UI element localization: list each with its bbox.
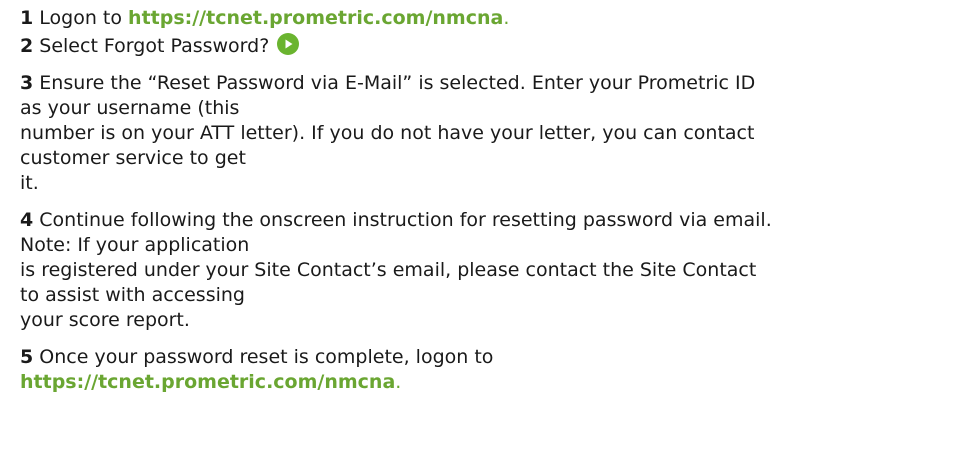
step-5-line-2: https://tcnet.prometric.com/nmcna. [20, 370, 979, 395]
step-1: 1 Logon to https://tcnet.prometric.com/n… [20, 6, 979, 31]
step-3: 3 Ensure the “Reset Password via E-Mail”… [20, 71, 979, 196]
step-number: 4 [20, 209, 34, 231]
step-1-line: 1 Logon to https://tcnet.prometric.com/n… [20, 6, 979, 31]
step-3-line-2: as your username (this [20, 97, 240, 119]
step-number: 2 [20, 35, 34, 57]
step-text: Select Forgot Password? [39, 35, 270, 57]
step-punctuation: . [395, 371, 402, 393]
step-4-line-1: 4 Continue following the onscreen instru… [20, 208, 979, 233]
step-2: 2 Select Forgot Password? [20, 33, 979, 59]
step-4-line-3: is registered under your Site Contact’s … [20, 259, 757, 281]
step-5-line-1: 5 Once your password reset is complete, … [20, 345, 979, 370]
step-3-line-5: it. [20, 172, 39, 194]
step-5: 5 Once your password reset is complete, … [20, 345, 979, 395]
step-3-line-1: 3 Ensure the “Reset Password via E-Mail”… [20, 71, 979, 96]
step-number: 1 [20, 7, 34, 29]
step-text: Logon to [39, 7, 122, 29]
play-icon [277, 33, 300, 55]
step-3-line-3: number is on your ATT letter). If you do… [20, 122, 755, 144]
step-punctuation: . [503, 7, 510, 29]
step-4-line-5: your score report. [20, 309, 190, 331]
step-number: 3 [20, 72, 34, 94]
step-text: Continue following the onscreen instruct… [39, 209, 772, 231]
step-text: Once your password reset is complete, lo… [39, 346, 494, 368]
step-4-line-2: Note: If your application [20, 234, 250, 256]
tcnet-link[interactable]: https://tcnet.prometric.com/nmcna [128, 7, 503, 29]
instructions-page: 1 Logon to https://tcnet.prometric.com/n… [0, 0, 979, 469]
step-2-line: 2 Select Forgot Password? [20, 33, 979, 59]
step-number: 5 [20, 346, 34, 368]
tcnet-link[interactable]: https://tcnet.prometric.com/nmcna [20, 371, 395, 393]
step-4-line-4: to assist with accessing [20, 284, 245, 306]
step-4: 4 Continue following the onscreen instru… [20, 208, 979, 333]
step-3-line-4: customer service to get [20, 147, 246, 169]
step-text: Ensure the “Reset Password via E-Mail” i… [39, 72, 756, 94]
